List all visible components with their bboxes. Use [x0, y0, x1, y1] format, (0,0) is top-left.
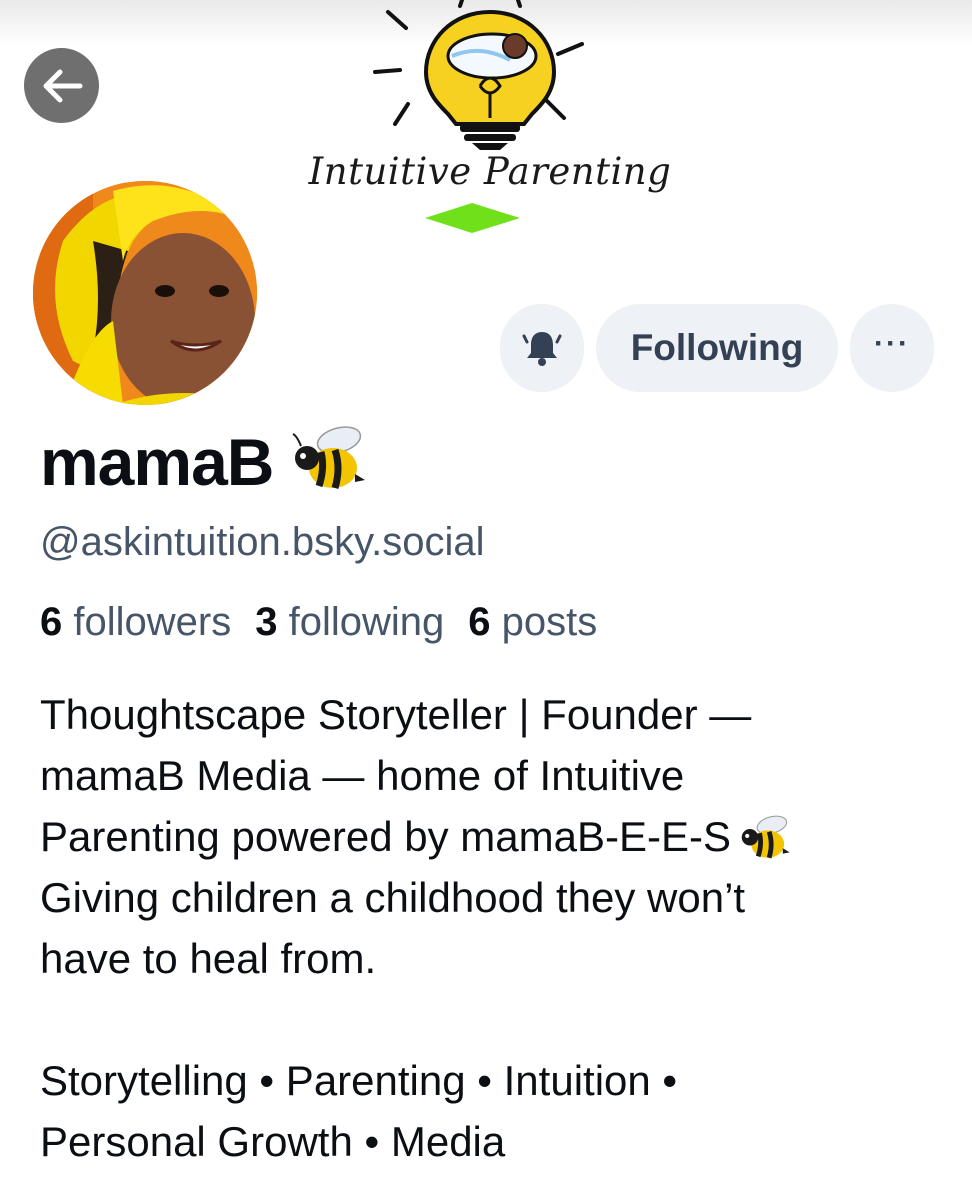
- posts-stat: 6 posts: [468, 600, 597, 645]
- following-label: following: [288, 600, 445, 644]
- following-count: 3: [255, 600, 278, 644]
- bio-line: Giving children a childhood they won’t: [40, 874, 746, 921]
- back-button[interactable]: [24, 48, 99, 123]
- arrow-left-icon: [43, 69, 82, 102]
- profile-stats: 6 followers 3 following 6 posts: [40, 600, 597, 645]
- notifications-button[interactable]: [500, 304, 584, 392]
- logo-diamond: [425, 203, 520, 233]
- display-name-text: mamaB: [40, 425, 274, 499]
- bio-line: Storytelling • Parenting • Intuition •: [40, 1057, 678, 1104]
- profile-bio: Thoughtscape Storyteller | Founder — mam…: [40, 684, 940, 1172]
- bell-icon: [522, 332, 562, 366]
- more-options-button[interactable]: ···: [850, 304, 934, 392]
- logo-wordmark: Intuitive Parenting: [308, 150, 672, 193]
- avatar-photo: [33, 181, 257, 405]
- bio-line: mamaB Media — home of Intuitive: [40, 752, 685, 799]
- avatar[interactable]: [30, 178, 260, 408]
- posts-label: posts: [501, 600, 598, 644]
- bio-line: have to heal from.: [40, 935, 377, 982]
- profile-actions: Following ···: [500, 304, 934, 392]
- followers-label: followers: [73, 600, 232, 644]
- following-stat[interactable]: 3 following: [255, 600, 444, 645]
- bee-icon: [741, 815, 790, 859]
- display-name: mamaB: [40, 424, 367, 500]
- following-button[interactable]: Following: [596, 304, 838, 392]
- bio-line: Thoughtscape Storyteller | Founder —: [40, 691, 752, 738]
- bio-line-with-emoji: Parenting powered by mamaB-E-E-S: [40, 806, 940, 867]
- lightbulb-logo: [373, 0, 584, 150]
- profile-handle[interactable]: @askintuition.bsky.social: [40, 520, 485, 565]
- bio-line: Parenting powered by mamaB-E-E-S: [40, 813, 731, 860]
- bee-icon: [292, 426, 366, 490]
- followers-stat[interactable]: 6 followers: [40, 600, 231, 645]
- posts-count: 6: [468, 600, 491, 644]
- bio-line: Personal Growth • Media: [40, 1118, 506, 1165]
- followers-count: 6: [40, 600, 63, 644]
- ellipsis-icon: ···: [874, 327, 910, 360]
- bio-blank-line: [40, 989, 940, 1050]
